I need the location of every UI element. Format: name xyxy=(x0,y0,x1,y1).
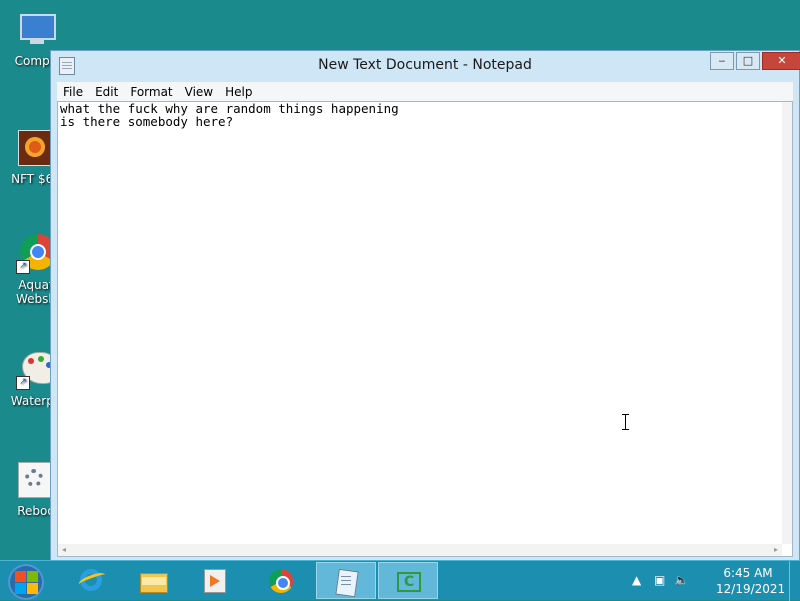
horizontal-scrollbar[interactable]: ◂ ▸ xyxy=(58,544,782,556)
title-bar[interactable]: New Text Document - Notepad ‒ □ ✕ xyxy=(51,51,800,81)
menu-format[interactable]: Format xyxy=(124,82,178,99)
scroll-left-arrow-icon[interactable]: ◂ xyxy=(62,545,66,554)
green-app-icon: C xyxy=(395,570,421,594)
scroll-right-arrow-icon[interactable]: ▸ xyxy=(774,545,778,554)
editor-content[interactable]: what the fuck why are random things happ… xyxy=(60,102,780,542)
taskbar-file-explorer[interactable] xyxy=(124,562,182,599)
window-title: New Text Document - Notepad xyxy=(318,57,532,73)
taskbar-internet-explorer[interactable] xyxy=(62,562,120,599)
menu-file[interactable]: File xyxy=(57,82,89,99)
taskbar-chrome[interactable] xyxy=(252,562,310,599)
taskbar: C ▲ ▣ 🔈 6:45 AM 12/19/2021 xyxy=(0,560,800,601)
close-button[interactable]: ✕ xyxy=(762,52,800,70)
clock-date: 12/19/2021 xyxy=(716,582,786,596)
show-desktop-button[interactable] xyxy=(789,561,800,601)
internet-explorer-icon xyxy=(77,569,107,593)
chrome-icon xyxy=(268,569,294,593)
clock[interactable]: 6:45 AM 12/19/2021 xyxy=(716,565,786,597)
menu-view[interactable]: View xyxy=(179,82,219,99)
maximize-button[interactable]: □ xyxy=(736,52,760,70)
menu-help[interactable]: Help xyxy=(219,82,258,99)
notepad-icon xyxy=(333,568,359,598)
computer-icon xyxy=(16,10,56,50)
ibeam-cursor-icon xyxy=(622,414,630,430)
taskbar-green-app[interactable]: C xyxy=(378,562,438,599)
menu-edit[interactable]: Edit xyxy=(89,82,124,99)
media-player-icon xyxy=(202,569,228,593)
network-icon[interactable]: ▣ xyxy=(654,573,665,587)
clock-time: 6:45 AM xyxy=(723,566,773,580)
menu-bar: File Edit Format View Help xyxy=(57,82,793,102)
windows-logo-quad xyxy=(15,583,26,594)
windows-logo-quad xyxy=(27,571,38,582)
vertical-scrollbar[interactable] xyxy=(782,102,792,544)
file-explorer-icon xyxy=(140,569,168,593)
taskbar-media-player[interactable] xyxy=(186,562,244,599)
show-hidden-icons-icon[interactable]: ▲ xyxy=(632,573,641,587)
taskbar-notepad[interactable] xyxy=(316,562,376,599)
windows-logo-quad xyxy=(27,583,38,594)
system-tray: ▲ ▣ 🔈 6:45 AM 12/19/2021 xyxy=(630,561,786,601)
start-button[interactable] xyxy=(8,564,44,600)
volume-icon[interactable]: 🔈 xyxy=(674,573,689,587)
text-editor[interactable]: what the fuck why are random things happ… xyxy=(57,101,793,557)
notepad-window[interactable]: New Text Document - Notepad ‒ □ ✕ File Ed… xyxy=(50,50,800,562)
text-line-2: is there somebody here? xyxy=(60,114,234,129)
windows-logo-icon xyxy=(15,571,26,582)
minimize-button[interactable]: ‒ xyxy=(710,52,734,70)
